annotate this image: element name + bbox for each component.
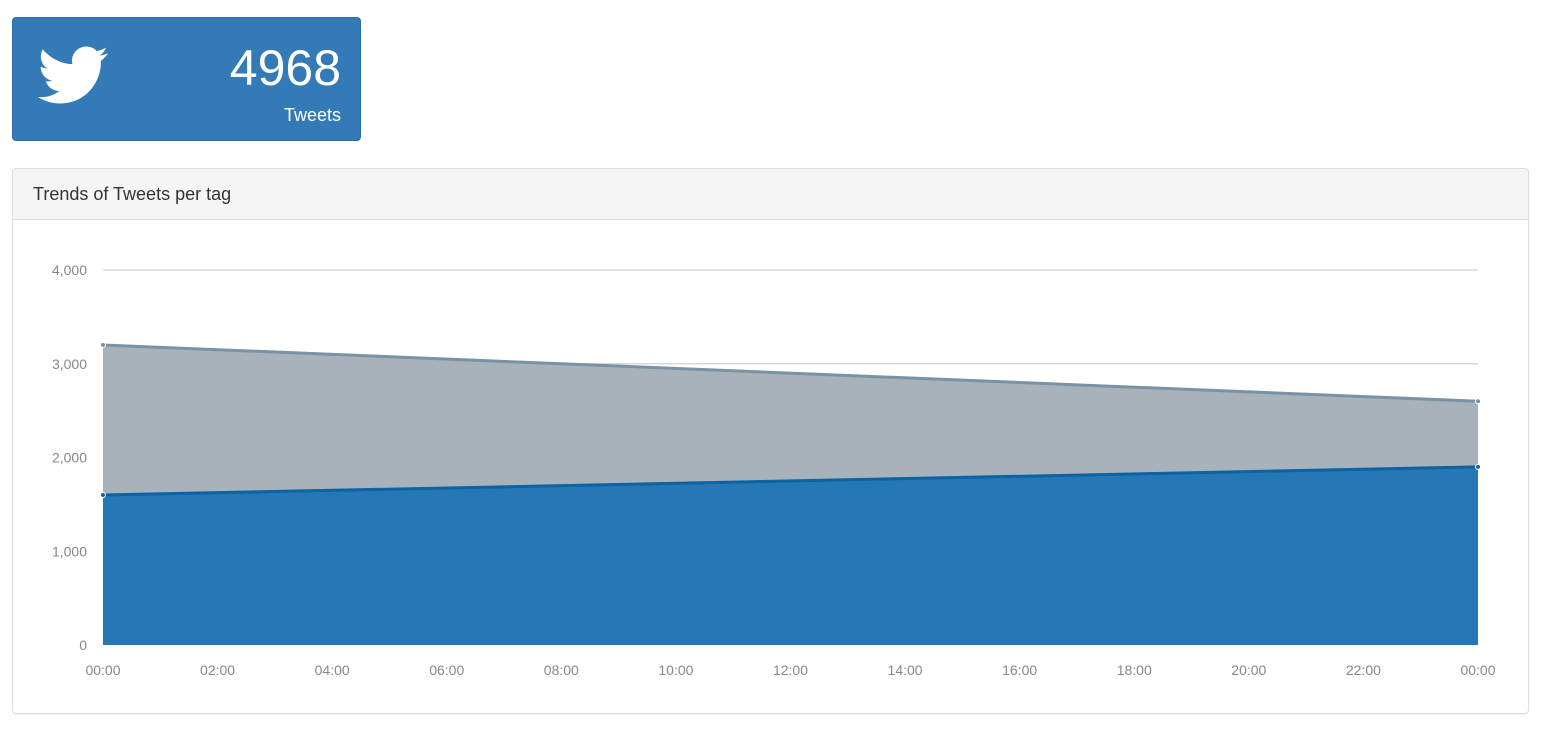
- y-tick-label: 0: [79, 637, 87, 653]
- y-tick-label: 3,000: [52, 356, 87, 372]
- y-tick-label: 2,000: [52, 450, 87, 466]
- data-point: [1475, 463, 1481, 470]
- trends-chart: 0 1,000 2,000 3,000 4,000 00:00 02:00 04:00 06:0…: [52, 262, 1496, 678]
- x-tick-label: 22:00: [1346, 662, 1381, 678]
- x-tick-label: 04:00: [315, 662, 350, 678]
- data-point: [1475, 398, 1481, 405]
- x-tick-label: 00:00: [1460, 662, 1495, 678]
- x-tick-label: 08:00: [544, 662, 579, 678]
- x-tick-label: 02:00: [200, 662, 235, 678]
- x-tick-label: 18:00: [1117, 662, 1152, 678]
- x-tick-label: 00:00: [85, 662, 120, 678]
- y-tick-label: 4,000: [52, 262, 87, 278]
- y-tick-label: 1,000: [52, 543, 87, 559]
- x-tick-label: 20:00: [1231, 662, 1266, 678]
- x-tick-label: 14:00: [888, 662, 923, 678]
- x-tick-label: 10:00: [658, 662, 693, 678]
- x-tick-label: 12:00: [773, 662, 808, 678]
- x-tick-label: 16:00: [1002, 662, 1037, 678]
- area-series-1: [103, 466, 1478, 645]
- x-tick-label: 06:00: [429, 662, 464, 678]
- data-point: [100, 492, 106, 498]
- data-point: [100, 342, 106, 348]
